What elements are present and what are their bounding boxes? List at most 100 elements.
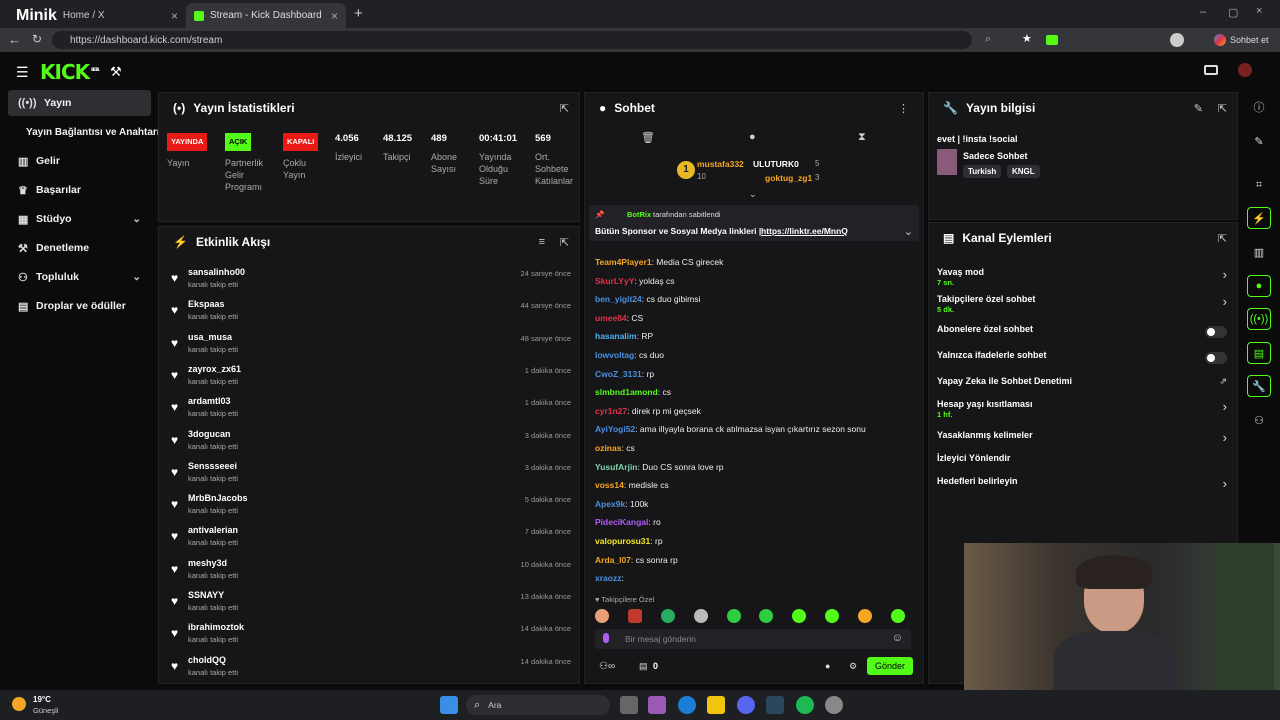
sidebar-item-studyo[interactable]: ▦ Stüdyo ⌄ — [8, 206, 151, 232]
popout-icon[interactable]: ⇱ — [1218, 102, 1227, 115]
back-icon[interactable]: ← — [8, 32, 21, 47]
leader-name[interactable]: ULUTURK0 — [753, 159, 799, 169]
chat-username[interactable]: hasanalim — [595, 331, 637, 341]
crop-icon[interactable]: ⌗ — [1247, 174, 1271, 196]
tag[interactable]: Turkish — [963, 165, 1002, 178]
chat-username[interactable]: slmbnd1amond — [595, 387, 658, 397]
event-user[interactable]: ardamtl03 — [188, 396, 231, 406]
emote-icon[interactable] — [595, 609, 609, 623]
event-user[interactable]: ibrahimoztok — [188, 622, 244, 632]
discord-icon[interactable] — [737, 696, 755, 714]
chat-username[interactable]: umee84 — [595, 313, 627, 323]
chevron-down-icon[interactable]: ⌄ — [749, 189, 757, 200]
sidebar-item-stream-key[interactable]: Yayın Bağlantısı ve Anahtarı — [8, 119, 160, 145]
steam-icon[interactable] — [766, 696, 784, 714]
event-user[interactable]: SSNAYY — [188, 590, 224, 600]
action-account-age[interactable]: Hesap yaşı kısıtlaması 1 hf. › — [937, 395, 1227, 421]
sidebar-item-droplar[interactable]: ▤ Droplar ve ödüller — [8, 293, 151, 319]
emote-icon[interactable] — [726, 609, 741, 623]
emote-icon[interactable] — [792, 609, 807, 623]
emote-icon[interactable] — [858, 609, 872, 623]
list-icon[interactable]: ▤ — [1247, 342, 1271, 364]
leader-name[interactable]: goktug_zg1 — [765, 173, 812, 183]
event-user[interactable]: meshy3d — [188, 558, 227, 568]
popout-icon[interactable]: ⇱ — [1218, 232, 1227, 245]
emote-icon[interactable] — [693, 609, 708, 623]
hourglass-icon[interactable]: ⧗ — [858, 131, 866, 144]
chat-username[interactable]: Arda_l07 — [595, 555, 631, 565]
browser-tab-kick[interactable]: Stream - Kick Dashboard × — [186, 3, 346, 28]
event-user[interactable]: 3dogucan — [188, 429, 231, 439]
pencil-icon[interactable]: ✎ — [1247, 130, 1271, 152]
action-emotes-only[interactable]: Yalnızca ifadelerle sohbet — [937, 346, 1227, 372]
chat-username[interactable]: PideciKangal — [595, 517, 648, 527]
tag[interactable]: KNGL — [1007, 165, 1040, 178]
chat-username[interactable]: CwoZ_3131 — [595, 369, 642, 379]
chat-username[interactable]: Team4Player1 — [595, 257, 652, 267]
emoji-icon[interactable]: ☺ — [892, 632, 903, 644]
event-user[interactable]: Ekspaas — [188, 299, 225, 309]
users-icon[interactable]: ⚇∞ — [599, 661, 615, 672]
emote-icon[interactable] — [627, 609, 642, 623]
action-slow-mode[interactable]: Yavaş mod 7 sn. › — [937, 263, 1227, 289]
emote-icon[interactable] — [825, 609, 840, 623]
pinned-link[interactable]: https://linktr.ee/MnnQ — [761, 226, 848, 236]
chat-username[interactable]: xraozz — [595, 573, 621, 583]
chat-username[interactable]: ben_yigit24 — [595, 294, 642, 304]
chat-bubble-icon[interactable]: ● — [825, 661, 830, 671]
emote-icon[interactable] — [660, 609, 675, 623]
event-user[interactable]: sansalinho00 — [188, 267, 245, 277]
chat-username[interactable]: SkurLYyY — [595, 276, 634, 286]
chat-username[interactable]: valopurosu31 — [595, 536, 650, 546]
taskbar-search[interactable]: ⌕ Ara — [466, 695, 610, 715]
event-user[interactable]: usa_musa — [188, 332, 232, 342]
close-icon[interactable]: × — [331, 9, 338, 23]
app-icon[interactable] — [825, 696, 843, 714]
extension-icon[interactable] — [1046, 35, 1058, 45]
sidebar-item-basarilar[interactable]: ♛ Başarılar — [8, 177, 151, 203]
sidebar-item-denetleme[interactable]: ⚒ Denetleme — [8, 235, 151, 261]
category-name[interactable]: Sadece Sohbet — [963, 151, 1028, 161]
gift-icon[interactable]: ▤ — [639, 661, 648, 672]
spotify-icon[interactable] — [796, 696, 814, 714]
stream-preview-icon[interactable] — [1204, 65, 1218, 75]
close-icon[interactable]: × — [171, 9, 178, 23]
edit-icon[interactable]: ✎ — [1194, 102, 1203, 115]
chat-username[interactable]: voss14 — [595, 480, 624, 490]
popout-icon[interactable]: ⇱ — [560, 236, 569, 249]
browser-tab-x[interactable]: Minik Home / X × — [8, 3, 186, 28]
menu-icon[interactable]: ☰ — [16, 64, 29, 81]
send-button[interactable]: Gönder — [867, 657, 913, 675]
maximize-icon[interactable]: ▢ — [1228, 6, 1238, 19]
event-user[interactable]: Senssseeei — [188, 461, 237, 471]
event-user[interactable]: zayrox_zx61 — [188, 364, 241, 374]
trash-icon[interactable]: 🗑 — [641, 131, 655, 144]
edge-icon[interactable] — [678, 696, 696, 714]
emote-icon[interactable] — [890, 609, 905, 623]
chat-icon[interactable]: ● — [1247, 275, 1271, 297]
filter-icon[interactable]: ≡ — [539, 236, 545, 248]
chat-bubble-icon[interactable]: ● — [749, 131, 756, 143]
event-user[interactable]: antivalerian — [188, 525, 238, 535]
leader-name[interactable]: mustafa332 — [697, 159, 744, 169]
chevron-down-icon[interactable]: ⌄ — [904, 225, 913, 238]
chat-username[interactable]: cyr1n27 — [595, 406, 627, 416]
chat-username[interactable]: YusufArjin — [595, 462, 638, 472]
sidebar-item-yayin[interactable]: ((•)) Yayın — [8, 90, 151, 116]
task-view-icon[interactable] — [620, 696, 638, 714]
url-field[interactable]: https://dashboard.kick.com/stream — [52, 31, 972, 49]
more-icon[interactable]: ⋮ — [898, 102, 909, 115]
sidebar-item-gelir[interactable]: ▥ Gelir — [8, 148, 151, 174]
bolt-icon[interactable]: ⚡ — [1247, 207, 1271, 229]
sidebar-item-topluluk[interactable]: ⚇ Topluluk ⌄ — [8, 264, 151, 290]
chat-username[interactable]: lowvoltag — [595, 350, 634, 360]
wrench-icon[interactable]: 🔧 — [1247, 375, 1271, 397]
chat-username[interactable]: Apex9k — [595, 499, 625, 509]
zoom-icon[interactable]: ⌕ — [985, 33, 991, 46]
broadcast-icon[interactable]: ((•)) — [1247, 308, 1271, 330]
avatar[interactable] — [1238, 63, 1252, 77]
bookmark-star-icon[interactable]: ★ — [1022, 32, 1032, 45]
copilot-button[interactable]: Sohbet et — [1214, 31, 1269, 49]
clipboard-icon[interactable]: ▥ — [1247, 241, 1271, 263]
action-goals[interactable]: Hedefleri belirleyin › — [937, 472, 1227, 498]
